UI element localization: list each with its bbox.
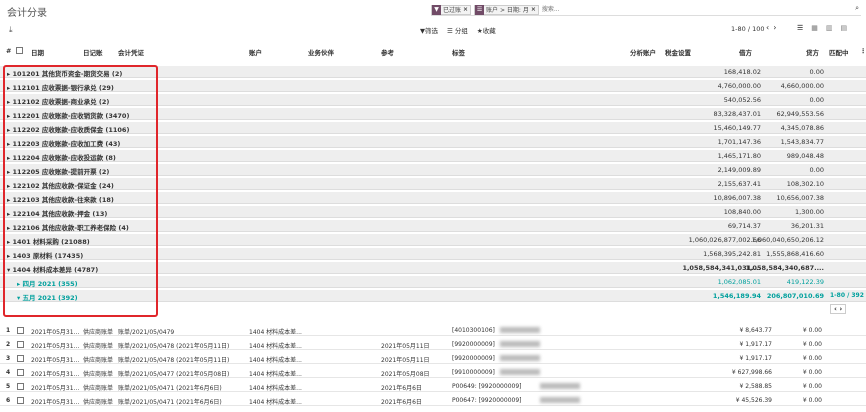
search-icon[interactable]: ⌕ (855, 4, 859, 13)
row-checkbox[interactable] (17, 355, 24, 362)
table-row[interactable]: 4 2021年05月31... 供应商账单 账单/2021/05/0477 (202… (0, 367, 866, 378)
table-row[interactable]: 5 2021年05月31... 供应商账单 账单/2021/05/0471 (202… (0, 381, 866, 392)
filter-icon: ▼ (432, 4, 441, 15)
group-row[interactable]: ▸ 112205 应收账款-提前开票 (2) 2,149,009.89 0.00 (0, 164, 866, 176)
group-row[interactable]: ▸ 122106 其他应收款-职工养老保险 (4) 69,714.37 36,201… (0, 220, 866, 232)
row-checkbox[interactable] (17, 383, 24, 390)
col-ref[interactable]: 参考 (381, 47, 394, 57)
group-icon: ☰ (475, 4, 485, 15)
table-row[interactable]: 6 2021年05月31... 供应商账单 账单/2021/05/0471 (202… (0, 395, 866, 406)
favorite-button[interactable]: ★收藏 (477, 25, 496, 35)
facet-groupby[interactable]: ☰ 账户 > 日期: 月 × (474, 4, 539, 15)
group-row-expanded[interactable]: ▾ 1404 材料成本差异 (4787) 1,058,584,341,031...… (0, 262, 866, 274)
col-date[interactable]: 日期 (31, 47, 44, 57)
close-icon[interactable]: × (463, 6, 470, 13)
row-checkbox[interactable] (17, 327, 24, 334)
facet-label: 账户 > 日期: 月 (486, 7, 529, 14)
group-row[interactable]: ▸ 112204 应收账款-应收投运款 (8) 1,465,171.80 989,0… (0, 150, 866, 162)
redacted-text (500, 355, 540, 361)
row-checkbox[interactable] (17, 397, 24, 404)
group-pager[interactable]: 1-80 / 392 (830, 292, 864, 299)
group-row[interactable]: ▸ 101201 其他货币资金-期货交易 (2) 168,418.02 0.00 (0, 66, 866, 78)
group-row[interactable]: ▸ 122103 其他应收款-往来款 (18) 10,896,007.38 10,6… (0, 192, 866, 204)
chevron-right-icon[interactable]: › (773, 23, 780, 32)
view-switcher: ☰ ▦ ▥ ▤ (797, 24, 847, 32)
row-checkbox[interactable] (17, 369, 24, 376)
download-icon[interactable]: ⤓ (9, 25, 13, 35)
col-account[interactable]: 账户 (249, 47, 262, 57)
table-row[interactable]: 1 2021年05月31... 供应商账单 账单/2021/05/0479 1404 … (0, 325, 866, 336)
graph-view-icon[interactable]: ▥ (826, 24, 833, 32)
redacted-text (500, 341, 540, 347)
col-match[interactable]: 匹配中 (829, 47, 849, 57)
col-move[interactable]: 会计凭证 (118, 47, 144, 57)
list-view-icon[interactable]: ☰ (797, 24, 803, 32)
facet-label: 已过账 (443, 7, 462, 14)
group-row[interactable]: ▸ 1403 原材料 (17435) 1,568,395,242.81 1,555,… (0, 248, 866, 260)
pivot-view-icon[interactable]: ▤ (841, 24, 848, 32)
search-bar[interactable]: ▼ 已过账 × ☰ 账户 > 日期: 月 × ⌕ (431, 4, 861, 16)
page-title: 会计分录 (7, 8, 47, 19)
row-checkbox[interactable] (17, 341, 24, 348)
group-row[interactable]: ▸ 112203 应收账款-应收加工费 (43) 1,701,147.36 1,54… (0, 136, 866, 148)
col-tax[interactable]: 税金设置 (665, 47, 691, 57)
redacted-text (500, 369, 540, 375)
table-row[interactable]: 3 2021年05月31... 供应商账单 账单/2021/05/0478 (202… (0, 353, 866, 364)
group-row[interactable]: ▸ 122104 其他应收款-押金 (13) 108,840.00 1,300.00 (0, 206, 866, 218)
select-all-checkbox[interactable] (16, 47, 23, 54)
group-row[interactable]: ▸ 112202 应收账款-应收质保金 (1106) 15,460,149.77 4… (0, 122, 866, 134)
subgroup-row-expanded[interactable]: ▾ 五月 2021 (392) 1,546,189.94 206,807,010.6… (0, 290, 866, 314)
col-credit[interactable]: 贷方 (806, 47, 819, 57)
col-label[interactable]: 标签 (452, 47, 465, 57)
control-bar: ⤓ ▼筛选 ☰ 分组 ★收藏 1-80 / 100 ‹› ☰ ▦ ▥ ▤ (0, 22, 866, 36)
pager-value[interactable]: 1-80 / 100 (731, 25, 764, 33)
col-analytic[interactable]: 分析账户 (630, 47, 656, 57)
column-settings-icon[interactable]: ⋮ (860, 47, 866, 55)
col-debit[interactable]: 借方 (739, 47, 752, 57)
kanban-view-icon[interactable]: ▦ (811, 24, 818, 32)
top-bar: 会计分录 ▼ 已过账 × ☰ 账户 > 日期: 月 × ⌕ (0, 0, 866, 22)
filter-button[interactable]: ▼筛选 (420, 25, 438, 35)
group-row[interactable]: ▸ 122102 其他应收款-保证金 (24) 2,155,637.41 108,3… (0, 178, 866, 190)
search-input[interactable] (541, 4, 861, 15)
group-row[interactable]: ▸ 112201 应收账款-应收销货款 (3470) 83,328,437.01 6… (0, 108, 866, 120)
col-journal[interactable]: 日记账 (83, 47, 103, 57)
group-row[interactable]: ▸ 112102 应收票据-商业承兑 (2) 540,052.56 0.00 (0, 94, 866, 106)
pager-nav[interactable]: ‹› (766, 23, 780, 32)
close-icon[interactable]: × (531, 6, 538, 13)
redacted-text (540, 397, 580, 403)
col-partner[interactable]: 业务伙伴 (308, 47, 334, 57)
group-pager-nav[interactable]: ‹ › (830, 304, 847, 314)
search-options: ▼筛选 ☰ 分组 ★收藏 (420, 25, 496, 35)
table-row[interactable]: 2 2021年05月31... 供应商账单 账单/2021/05/0478 (202… (0, 339, 866, 350)
facet-posted[interactable]: ▼ 已过账 × (431, 4, 472, 15)
subgroup-row[interactable]: ▸ 四月 2021 (355) 1,062,085.01 419,122.39 (0, 276, 866, 288)
redacted-text (540, 383, 580, 389)
group-row[interactable]: ▸ 112101 应收票据-银行承兑 (29) 4,760,000.00 4,660… (0, 80, 866, 92)
redacted-text (500, 327, 540, 333)
table-header: # 日期 日记账 会计凭证 账户 业务伙伴 参考 标签 分析账户 税金设置 借方… (0, 45, 866, 57)
group-row[interactable]: ▸ 1401 材料采购 (21088) 1,060,026,877,002.66 1… (0, 234, 866, 246)
hash-label: # (6, 47, 12, 55)
group-button[interactable]: ☰ 分组 (447, 25, 468, 35)
